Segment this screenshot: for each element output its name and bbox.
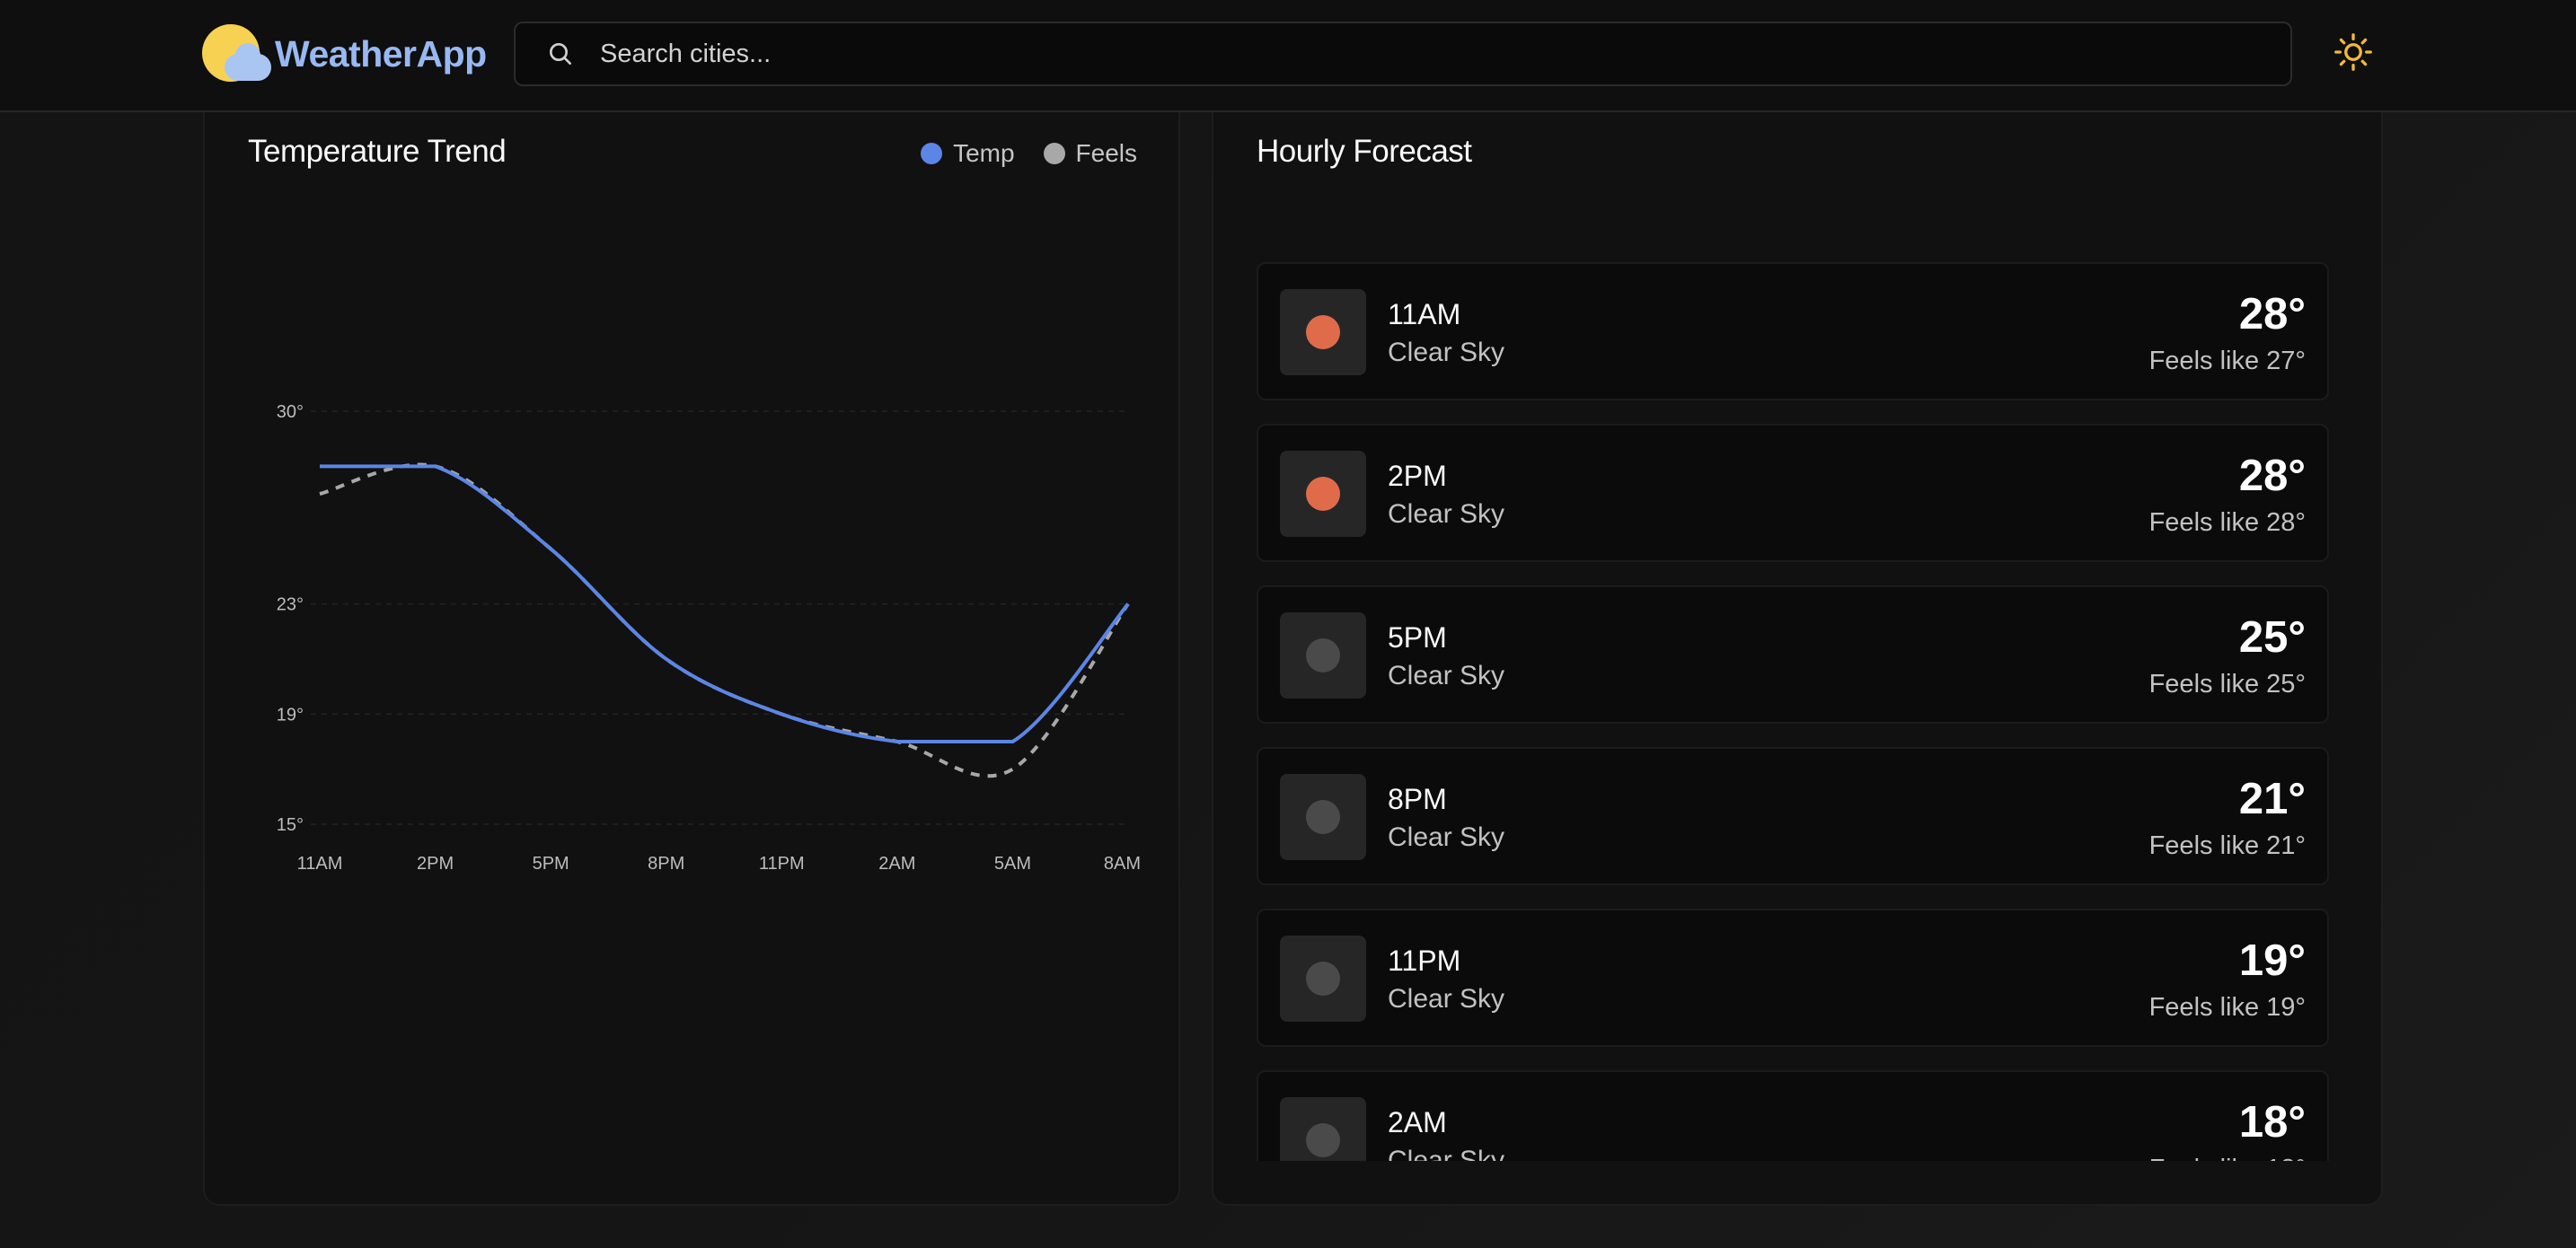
series-line-feels [319, 462, 1130, 778]
chart-legend: Temp Feels [921, 139, 1137, 168]
forecast-time: 11AM [1388, 298, 1461, 330]
forecast-feels-like: Feels like 18° [2149, 1155, 2306, 1161]
moon-icon [1306, 638, 1340, 672]
logo-cloud-shape [225, 43, 271, 81]
forecast-condition: Clear Sky [1388, 499, 1505, 529]
forecast-feels-like: Feels like 27° [2148, 347, 2306, 375]
search-input[interactable] [600, 39, 2217, 69]
sun-icon [1306, 477, 1340, 511]
legend-item-feels[interactable]: Feels [1043, 139, 1137, 168]
forecast-condition: Clear Sky [1388, 661, 1505, 690]
forecast-condition: Clear Sky [1388, 984, 1505, 1014]
forecast-condition: Clear Sky [1388, 338, 1505, 367]
forecast-feels-like: Feels like 21° [2148, 831, 2306, 860]
legend-label-feels: Feels [1075, 139, 1137, 167]
temperature-line-chart: 30° 23° 19° 15° 11AM 2PM 5PM 8PM 11PM 2AM 5AM 8AM [277, 402, 1141, 874]
x-tick-label: 2AM [878, 854, 915, 874]
chart-title: Temperature Trend [248, 134, 507, 169]
x-tick-label: 5AM [994, 854, 1031, 874]
app-name: WeatherApp [275, 32, 487, 75]
forecast-time: 8PM [1388, 783, 1447, 815]
forecast-feels-like: Feels like 19° [2148, 993, 2306, 1022]
app-logo[interactable]: WeatherApp [199, 22, 487, 86]
forecast-temp: 21° [2238, 775, 2306, 823]
forecast-item[interactable]: 8PM Clear Sky 21° Feels like 21° [1257, 747, 2329, 885]
legend-item-temp[interactable]: Temp [921, 139, 1015, 168]
legend-swatch-feels [1043, 143, 1065, 164]
search-icon [550, 43, 571, 65]
forecast-temp: 19° [2238, 936, 2306, 985]
x-tick-label: 11PM [759, 854, 805, 874]
forecast-condition: Clear Sky [1388, 822, 1505, 852]
weather-icon-box [1280, 936, 1366, 1022]
y-tick-label: 30° [277, 402, 304, 422]
forecast-time: 5PM [1388, 621, 1447, 654]
forecast-feels-like: Feels like 25° [2148, 670, 2306, 699]
search-bar[interactable] [514, 22, 2292, 86]
forecast-feels-like: Feels like 28° [2148, 508, 2306, 537]
weather-icon-box [1280, 612, 1366, 699]
forecast-item[interactable]: 2AM Clear Sky 18° Feels like 18° [1257, 1070, 2329, 1161]
forecast-time: 2AM [1388, 1106, 1447, 1138]
sun-icon[interactable] [2333, 32, 2373, 72]
legend-swatch-temp [921, 143, 943, 164]
moon-icon [1306, 1123, 1340, 1157]
weather-icon-box [1280, 774, 1366, 860]
forecast-item[interactable]: 11PM Clear Sky 19° Feels like 19° [1257, 909, 2329, 1047]
temperature-trend-card: Temperature Trend Temp Feels 30° 23° 19° 15… [203, 112, 1180, 1206]
weather-icon-box [1280, 451, 1366, 537]
x-tick-label: 11AM [297, 854, 343, 874]
forecast-item[interactable]: 11AM Clear Sky 28° Feels like 27° [1257, 262, 2329, 400]
weather-icon-box [1280, 1097, 1366, 1161]
x-tick-label: 2PM [417, 854, 454, 874]
x-tick-label: 8AM [1104, 854, 1141, 874]
top-bar: WeatherApp [0, 0, 2576, 112]
forecast-time: 2PM [1388, 460, 1447, 492]
x-tick-label: 5PM [533, 854, 569, 874]
moon-icon [1306, 962, 1340, 996]
y-tick-label: 15° [277, 815, 304, 835]
forecast-item[interactable]: 5PM Clear Sky 25° Feels like 25° [1257, 585, 2329, 724]
forecast-item[interactable]: 2PM Clear Sky 28° Feels like 28° [1257, 424, 2329, 562]
forecast-temp: 25° [2238, 613, 2306, 662]
forecast-title: Hourly Forecast [1257, 134, 1472, 169]
forecast-temp: 28° [2238, 452, 2306, 500]
forecast-time: 11PM [1388, 945, 1461, 977]
forecast-temp: 28° [2238, 290, 2306, 338]
forecast-list[interactable]: 11AM Clear Sky 28° Feels like 27° 2PM Clear S… [1257, 262, 2329, 1161]
forecast-temp: 18° [2238, 1098, 2306, 1147]
y-tick-label: 19° [277, 705, 304, 725]
moon-icon [1306, 800, 1340, 834]
forecast-condition: Clear Sky [1388, 1146, 1505, 1161]
legend-label-temp: Temp [953, 139, 1015, 167]
sun-cloud-logo-icon [199, 22, 271, 86]
weather-icon-box [1280, 289, 1366, 375]
y-tick-label: 23° [277, 595, 304, 615]
hourly-forecast-card: Hourly Forecast 11AM Clear Sky 28° Feels li… [1212, 112, 2383, 1206]
sun-icon [1306, 315, 1340, 349]
x-tick-label: 8PM [648, 854, 684, 874]
